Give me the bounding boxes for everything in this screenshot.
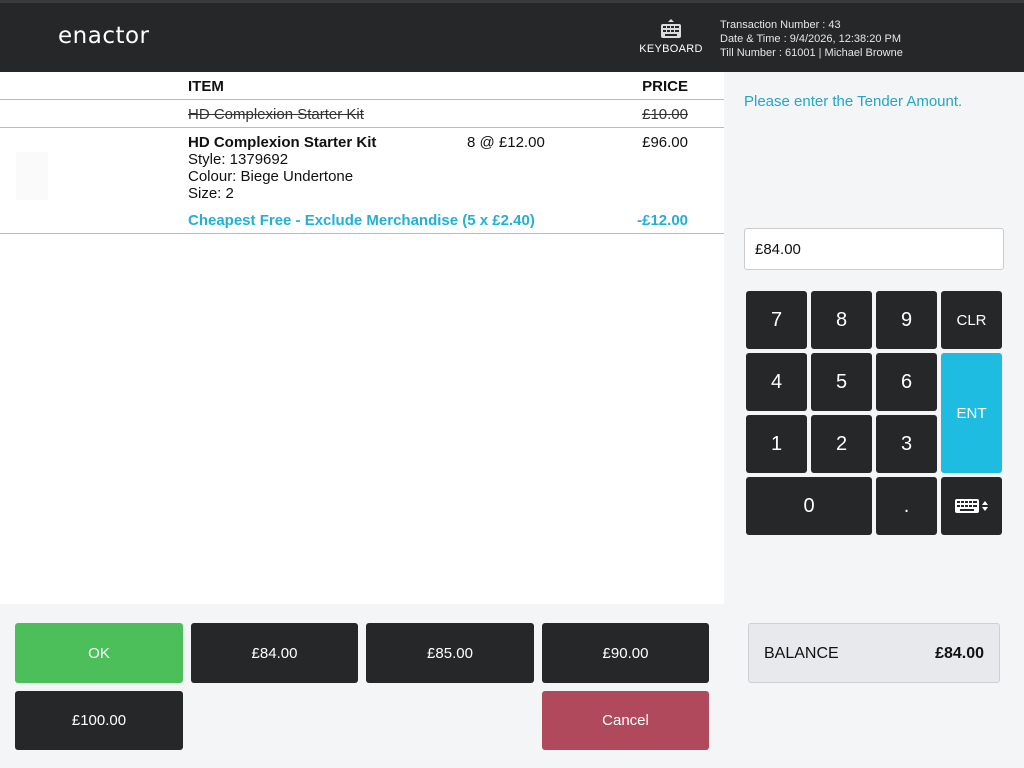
key-7[interactable]: 7 [746, 291, 807, 349]
voided-item-name: HD Complexion Starter Kit [188, 106, 364, 123]
key-2[interactable]: 2 [811, 415, 872, 473]
ok-button[interactable]: OK [15, 623, 183, 683]
key-6[interactable]: 6 [876, 353, 937, 411]
key-8[interactable]: 8 [811, 291, 872, 349]
key-0[interactable]: 0 [746, 477, 872, 535]
transaction-info: Transaction Number : 43 Date & Time : 9/… [720, 18, 903, 60]
item-size: Size: 2 [188, 185, 234, 202]
promotion-amount: -£12.00 [637, 212, 688, 229]
key-decimal[interactable]: . [876, 477, 937, 535]
quick-tender-100-button[interactable]: £100.00 [15, 691, 183, 750]
cancel-button[interactable]: Cancel [542, 691, 709, 750]
enactor-logo: enactor [58, 23, 150, 49]
product-thumbnail [16, 152, 48, 200]
balance-value: £84.00 [935, 645, 984, 662]
tender-prompt: Please enter the Tender Amount. [744, 93, 963, 110]
basket-item-row[interactable]: HD Complexion Starter Kit 8 @ £12.00 £96… [0, 128, 724, 234]
top-bar: enactor KEYBOARD Transaction Number : 43… [0, 0, 1024, 72]
transaction-number: Transaction Number : 43 [720, 19, 841, 31]
item-style: Style: 1379692 [188, 151, 289, 168]
item-colour: Colour: Biege Undertone [188, 168, 354, 185]
balance-panel: BALANCE £84.00 [748, 623, 1000, 683]
voided-item-row[interactable]: HD Complexion Starter Kit £10.00 [0, 100, 724, 128]
basket-panel: ITEM PRICE HD Complexion Starter Kit £10… [0, 72, 724, 604]
key-enter[interactable]: ENT [941, 353, 1002, 473]
balance-label: BALANCE [764, 645, 839, 662]
item-name: HD Complexion Starter Kit [188, 134, 377, 151]
key-4[interactable]: 4 [746, 353, 807, 411]
transaction-datetime: Date & Time : 9/4/2026, 12:38:20 PM [720, 33, 901, 45]
basket-header: ITEM PRICE [0, 72, 724, 100]
key-5[interactable]: 5 [811, 353, 872, 411]
column-header-price: PRICE [642, 78, 688, 95]
key-clear[interactable]: CLR [941, 291, 1002, 349]
promotion-description: Cheapest Free - Exclude Merchandise (5 x… [188, 212, 535, 229]
keyboard-toggle-icon [954, 499, 988, 513]
key-3[interactable]: 3 [876, 415, 937, 473]
keypad-toggle-button[interactable] [941, 477, 1002, 535]
key-9[interactable]: 9 [876, 291, 937, 349]
item-price: £96.00 [642, 134, 688, 151]
column-header-item: ITEM [188, 78, 224, 95]
keyboard-icon [661, 19, 681, 38]
keyboard-button[interactable]: KEYBOARD [636, 19, 706, 67]
tender-amount-input[interactable] [744, 228, 1004, 270]
keyboard-label: KEYBOARD [639, 43, 703, 55]
till-number: Till Number : 61001 | Michael Browne [720, 47, 903, 59]
item-quantity: 8 @ £12.00 [467, 134, 545, 151]
quick-tender-84-button[interactable]: £84.00 [191, 623, 358, 683]
key-1[interactable]: 1 [746, 415, 807, 473]
voided-item-price: £10.00 [642, 106, 688, 123]
quick-tender-90-button[interactable]: £90.00 [542, 623, 709, 683]
quick-tender-85-button[interactable]: £85.00 [366, 623, 534, 683]
